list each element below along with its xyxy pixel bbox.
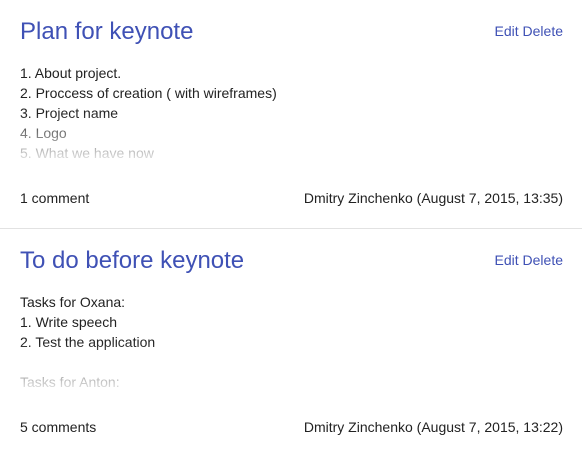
- post-body: Tasks for Oxana: 1. Write speech 2. Test…: [20, 292, 560, 392]
- post-body-line: [20, 352, 560, 372]
- edit-link[interactable]: Edit: [495, 23, 519, 39]
- post-body: 1. About project. 2. Proccess of creatio…: [20, 63, 560, 163]
- post-body-line: 3. Project name: [20, 105, 119, 121]
- post-date: (August 7, 2015, 13:35): [416, 190, 563, 206]
- post-meta: Dmitry Zinchenko (August 7, 2015, 13:35): [304, 189, 563, 207]
- comments-link[interactable]: 1 comment: [20, 190, 89, 206]
- post-body-line: Tasks for Oxana:: [20, 294, 126, 310]
- post-body-line: 1. About project.: [20, 65, 122, 81]
- post-body-line: 2. Test the application: [20, 334, 156, 350]
- edit-link[interactable]: Edit: [495, 252, 519, 268]
- post-body-line: Tasks for Anton:: [20, 374, 120, 390]
- post-date: (August 7, 2015, 13:22): [416, 419, 563, 435]
- post-author: Dmitry Zinchenko: [303, 419, 413, 435]
- post-title[interactable]: Plan for keynote: [20, 17, 193, 47]
- post-author: Dmitry Zinchenko: [303, 190, 413, 206]
- delete-link[interactable]: Delete: [523, 252, 563, 268]
- post-body-line: 2. Proccess of creation ( with wireframe…: [20, 85, 277, 101]
- comments-link[interactable]: 5 comments: [20, 419, 96, 435]
- post-title[interactable]: To do before keynote: [20, 246, 244, 276]
- post-body-line: 5. What we have now: [20, 145, 154, 161]
- post-footer: 5 comments Dmitry Zinchenko (August 7, 2…: [20, 418, 563, 436]
- post-body-line: 1. Write speech: [20, 314, 118, 330]
- post-card: Plan for keynote Edit Delete 1. About pr…: [0, 0, 582, 229]
- post-body-line: 4. Logo: [20, 125, 67, 141]
- post-actions: Edit Delete: [495, 22, 563, 40]
- post-actions: Edit Delete: [495, 251, 563, 269]
- post-footer: 1 comment Dmitry Zinchenko (August 7, 20…: [20, 189, 563, 207]
- delete-link[interactable]: Delete: [523, 23, 563, 39]
- post-card: To do before keynote Edit Delete Tasks f…: [0, 229, 582, 457]
- post-meta: Dmitry Zinchenko (August 7, 2015, 13:22): [304, 418, 563, 436]
